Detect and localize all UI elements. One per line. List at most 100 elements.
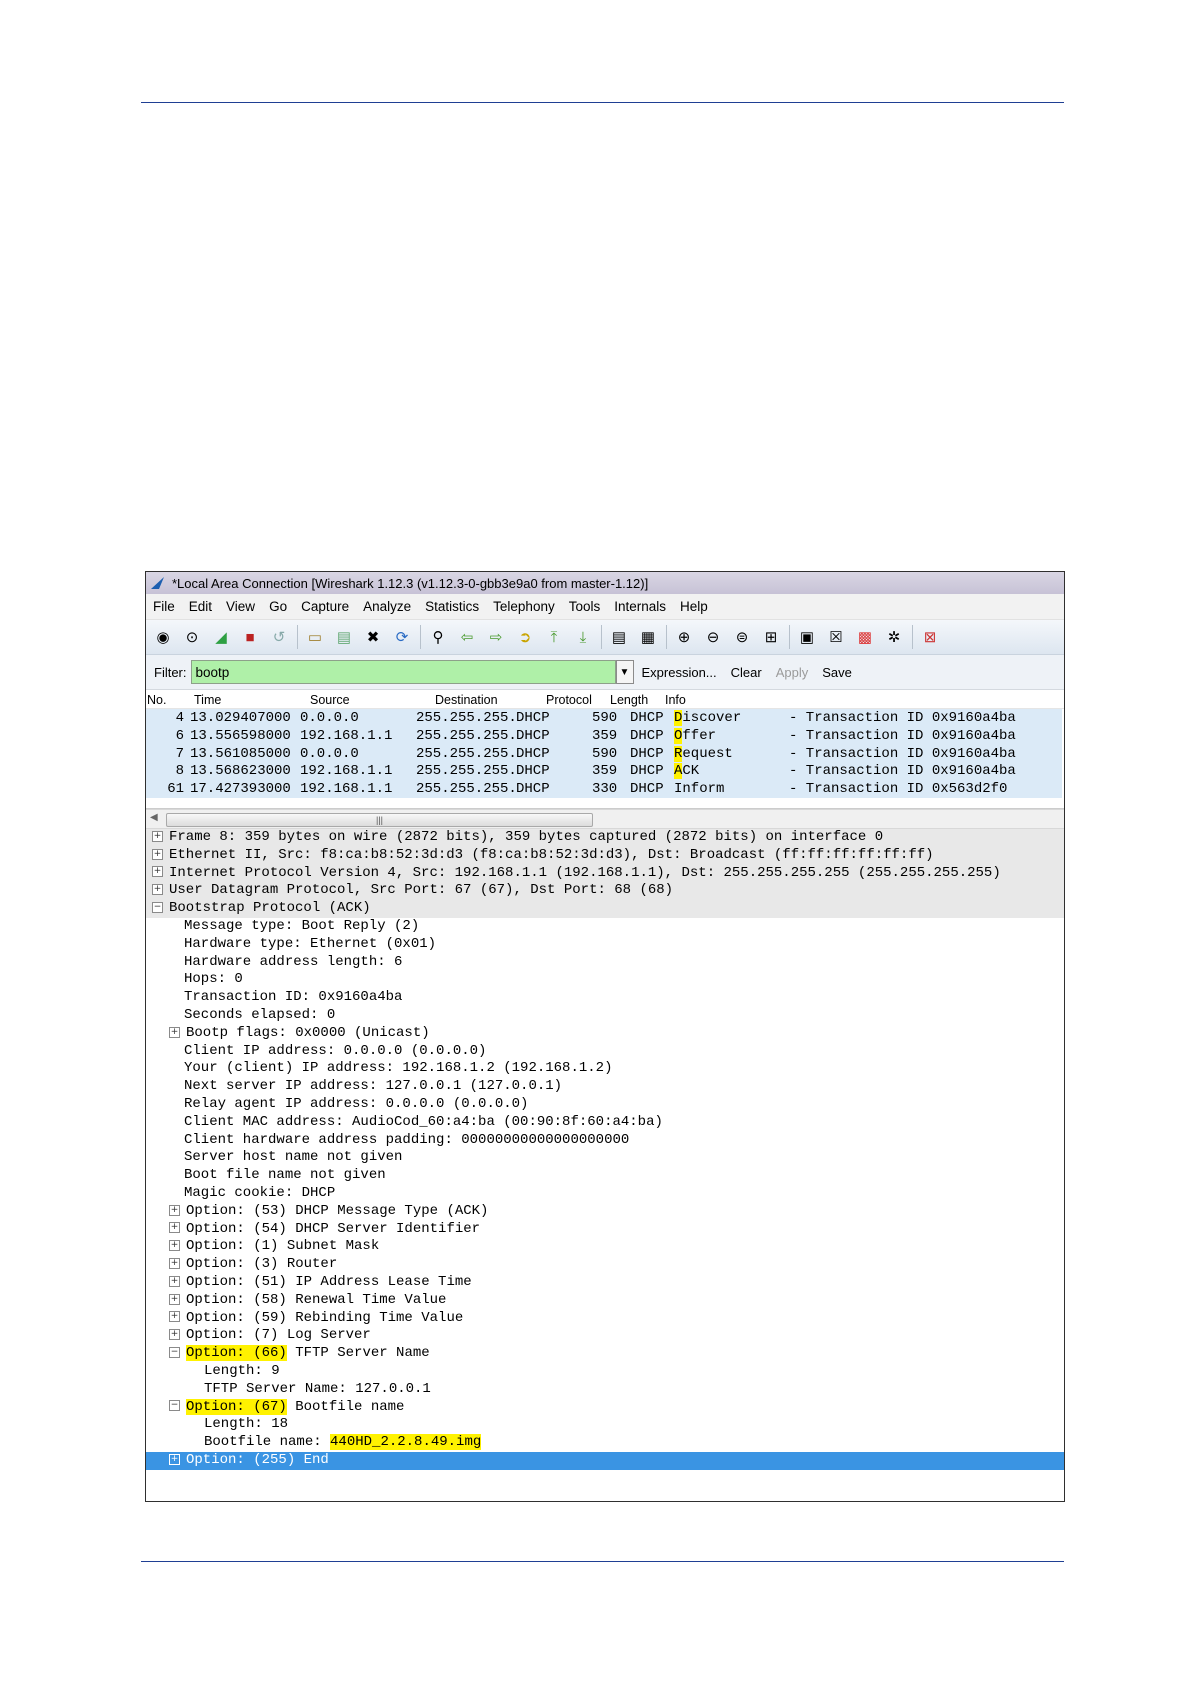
tree-item-option-58[interactable]: + Option: (58) Renewal Time Value: [146, 1292, 1064, 1310]
expand-icon[interactable]: +: [152, 866, 163, 878]
preferences-icon[interactable]: ✲: [883, 626, 905, 648]
tree-item-bootstrap[interactable]: − Bootstrap Protocol (ACK): [146, 900, 1064, 918]
auto-scroll-icon[interactable]: ▦: [637, 626, 659, 648]
tree-item-ip[interactable]: + Internet Protocol Version 4, Src: 192.1…: [146, 864, 1064, 883]
tree-item-option-255[interactable]: + Option: (255) End: [146, 1451, 1064, 1470]
tree-item-option-53[interactable]: + Option: (53) DHCP Message Type (ACK): [146, 1203, 1064, 1221]
expand-icon[interactable]: +: [152, 848, 163, 860]
collapse-icon[interactable]: −: [169, 1346, 180, 1358]
expression-button[interactable]: Expression...: [642, 665, 717, 680]
stop-capture-icon[interactable]: ■: [239, 626, 261, 648]
column-source[interactable]: Source: [310, 693, 350, 707]
menu-analyze[interactable]: Analyze: [356, 599, 418, 614]
tree-item-bootp-flags[interactable]: + Bootp flags: 0x0000 (Unicast): [146, 1025, 1064, 1043]
expand-icon[interactable]: +: [152, 830, 163, 842]
field-hw-padding[interactable]: Client hardware address padding: 0000000…: [146, 1132, 1064, 1150]
field-seconds-elapsed[interactable]: Seconds elapsed: 0: [146, 1007, 1064, 1025]
expand-icon[interactable]: +: [169, 1222, 180, 1234]
menu-edit[interactable]: Edit: [182, 599, 219, 614]
horizontal-scrollbar[interactable]: ◀ |||: [146, 809, 1064, 829]
resize-columns-icon[interactable]: ⊞: [760, 626, 782, 648]
field-transaction-id[interactable]: Transaction ID: 0x9160a4ba: [146, 989, 1064, 1007]
zoom-in-icon[interactable]: ⊕: [673, 626, 695, 648]
field-client-ip[interactable]: Client IP address: 0.0.0.0 (0.0.0.0): [146, 1043, 1064, 1061]
filter-dropdown-icon[interactable]: ▼: [615, 660, 634, 684]
close-file-icon[interactable]: ✖: [362, 626, 384, 648]
save-file-icon[interactable]: ▤: [333, 626, 355, 648]
field-message-type[interactable]: Message type: Boot Reply (2): [146, 918, 1064, 936]
expand-icon[interactable]: +: [169, 1026, 180, 1038]
tree-item-frame[interactable]: + Frame 8: 359 bytes on wire (2872 bits),…: [146, 829, 1064, 847]
tree-item-udp[interactable]: + User Datagram Protocol, Src Port: 67 (6…: [146, 882, 1064, 901]
menu-tools[interactable]: Tools: [562, 599, 608, 614]
clear-button[interactable]: Clear: [731, 665, 762, 680]
scroll-left-icon[interactable]: ◀: [150, 812, 158, 823]
field-bootfile-name[interactable]: Bootfile name: 440HD_2.2.8.49.img: [146, 1434, 1064, 1452]
display-filters-icon[interactable]: ☒: [825, 626, 847, 648]
tree-item-option-67[interactable]: − Option: (67) Bootfile name: [146, 1398, 1064, 1417]
capture-filters-icon[interactable]: ▣: [796, 626, 818, 648]
menu-file[interactable]: File: [146, 599, 182, 614]
field-hardware-type[interactable]: Hardware type: Ethernet (0x01): [146, 936, 1064, 954]
coloring-rules-icon[interactable]: ▩: [854, 626, 876, 648]
restart-capture-icon[interactable]: ↺: [268, 626, 290, 648]
tree-item-ethernet[interactable]: + Ethernet II, Src: f8:ca:b8:52:3d:d3 (f8…: [146, 846, 1064, 865]
menu-capture[interactable]: Capture: [294, 599, 356, 614]
go-back-icon[interactable]: ⇦: [456, 626, 478, 648]
field-hops[interactable]: Hops: 0: [146, 971, 1064, 989]
save-filter-button[interactable]: Save: [822, 665, 852, 680]
zoom-out-icon[interactable]: ⊖: [702, 626, 724, 648]
normal-size-icon[interactable]: ⊜: [731, 626, 753, 648]
field-next-server-ip[interactable]: Next server IP address: 127.0.0.1 (127.0…: [146, 1078, 1064, 1096]
menu-go[interactable]: Go: [262, 599, 294, 614]
help-icon[interactable]: ⊠: [919, 626, 941, 648]
expand-icon[interactable]: +: [169, 1257, 180, 1269]
colorize-icon[interactable]: ▤: [608, 626, 630, 648]
field-tftp-server-name[interactable]: TFTP Server Name: 127.0.0.1: [146, 1381, 1064, 1399]
field-client-mac[interactable]: Client MAC address: AudioCod_60:a4:ba (0…: [146, 1114, 1064, 1132]
go-to-packet-icon[interactable]: ➲: [514, 626, 536, 648]
column-protocol[interactable]: Protocol: [546, 693, 592, 707]
expand-icon[interactable]: +: [152, 884, 163, 896]
tree-item-option-7[interactable]: + Option: (7) Log Server: [146, 1327, 1064, 1345]
packet-row[interactable]: 8 13.568623000 192.168.1.1 255.255.255. DHCP…: [146, 762, 1062, 781]
expand-icon[interactable]: +: [169, 1311, 180, 1323]
field-hw-addr-length[interactable]: Hardware address length: 6: [146, 954, 1064, 972]
go-last-icon[interactable]: ⤓: [572, 626, 594, 648]
filter-input[interactable]: bootp: [190, 660, 616, 684]
packet-row[interactable]: 61 17.427393000 192.168.1.1 255.255.255. DHC…: [146, 780, 1062, 799]
field-magic-cookie[interactable]: Magic cookie: DHCP: [146, 1185, 1064, 1203]
field-boot-file-name[interactable]: Boot file name not given: [146, 1167, 1064, 1185]
tree-item-option-59[interactable]: + Option: (59) Rebinding Time Value: [146, 1310, 1064, 1328]
field-server-host-name[interactable]: Server host name not given: [146, 1149, 1064, 1167]
menu-view[interactable]: View: [219, 599, 262, 614]
field-opt67-length[interactable]: Length: 18: [146, 1416, 1064, 1434]
start-capture-icon[interactable]: ◢: [210, 626, 232, 648]
tree-item-option-54[interactable]: + Option: (54) DHCP Server Identifier: [146, 1221, 1064, 1239]
column-destination[interactable]: Destination: [435, 693, 498, 707]
collapse-icon[interactable]: −: [169, 1400, 180, 1412]
menu-internals[interactable]: Internals: [607, 599, 673, 614]
packet-row[interactable]: 4 13.029407000 0.0.0.0 255.255.255. DHCP 590 D…: [146, 709, 1062, 727]
menu-statistics[interactable]: Statistics: [418, 599, 486, 614]
options-icon[interactable]: ⊙: [181, 626, 203, 648]
menu-help[interactable]: Help: [673, 599, 715, 614]
collapse-icon[interactable]: −: [152, 901, 163, 913]
field-your-ip[interactable]: Your (client) IP address: 192.168.1.2 (1…: [146, 1060, 1064, 1078]
apply-button[interactable]: Apply: [776, 665, 809, 680]
expand-icon[interactable]: +: [169, 1240, 180, 1252]
tree-item-option-1[interactable]: + Option: (1) Subnet Mask: [146, 1238, 1064, 1256]
go-first-icon[interactable]: ⤒: [543, 626, 565, 648]
column-length[interactable]: Length: [610, 693, 648, 707]
tree-item-option-51[interactable]: + Option: (51) IP Address Lease Time: [146, 1274, 1064, 1292]
tree-item-option-66[interactable]: − Option: (66) TFTP Server Name: [146, 1345, 1064, 1363]
tree-item-option-3[interactable]: + Option: (3) Router: [146, 1256, 1064, 1274]
go-forward-icon[interactable]: ⇨: [485, 626, 507, 648]
reload-icon[interactable]: ⟳: [391, 626, 413, 648]
column-no[interactable]: No.: [147, 693, 166, 707]
expand-icon[interactable]: +: [169, 1293, 180, 1305]
field-opt66-length[interactable]: Length: 9: [146, 1363, 1064, 1381]
expand-icon[interactable]: +: [169, 1275, 180, 1287]
column-info[interactable]: Info: [665, 693, 686, 707]
field-relay-agent-ip[interactable]: Relay agent IP address: 0.0.0.0 (0.0.0.0…: [146, 1096, 1064, 1114]
